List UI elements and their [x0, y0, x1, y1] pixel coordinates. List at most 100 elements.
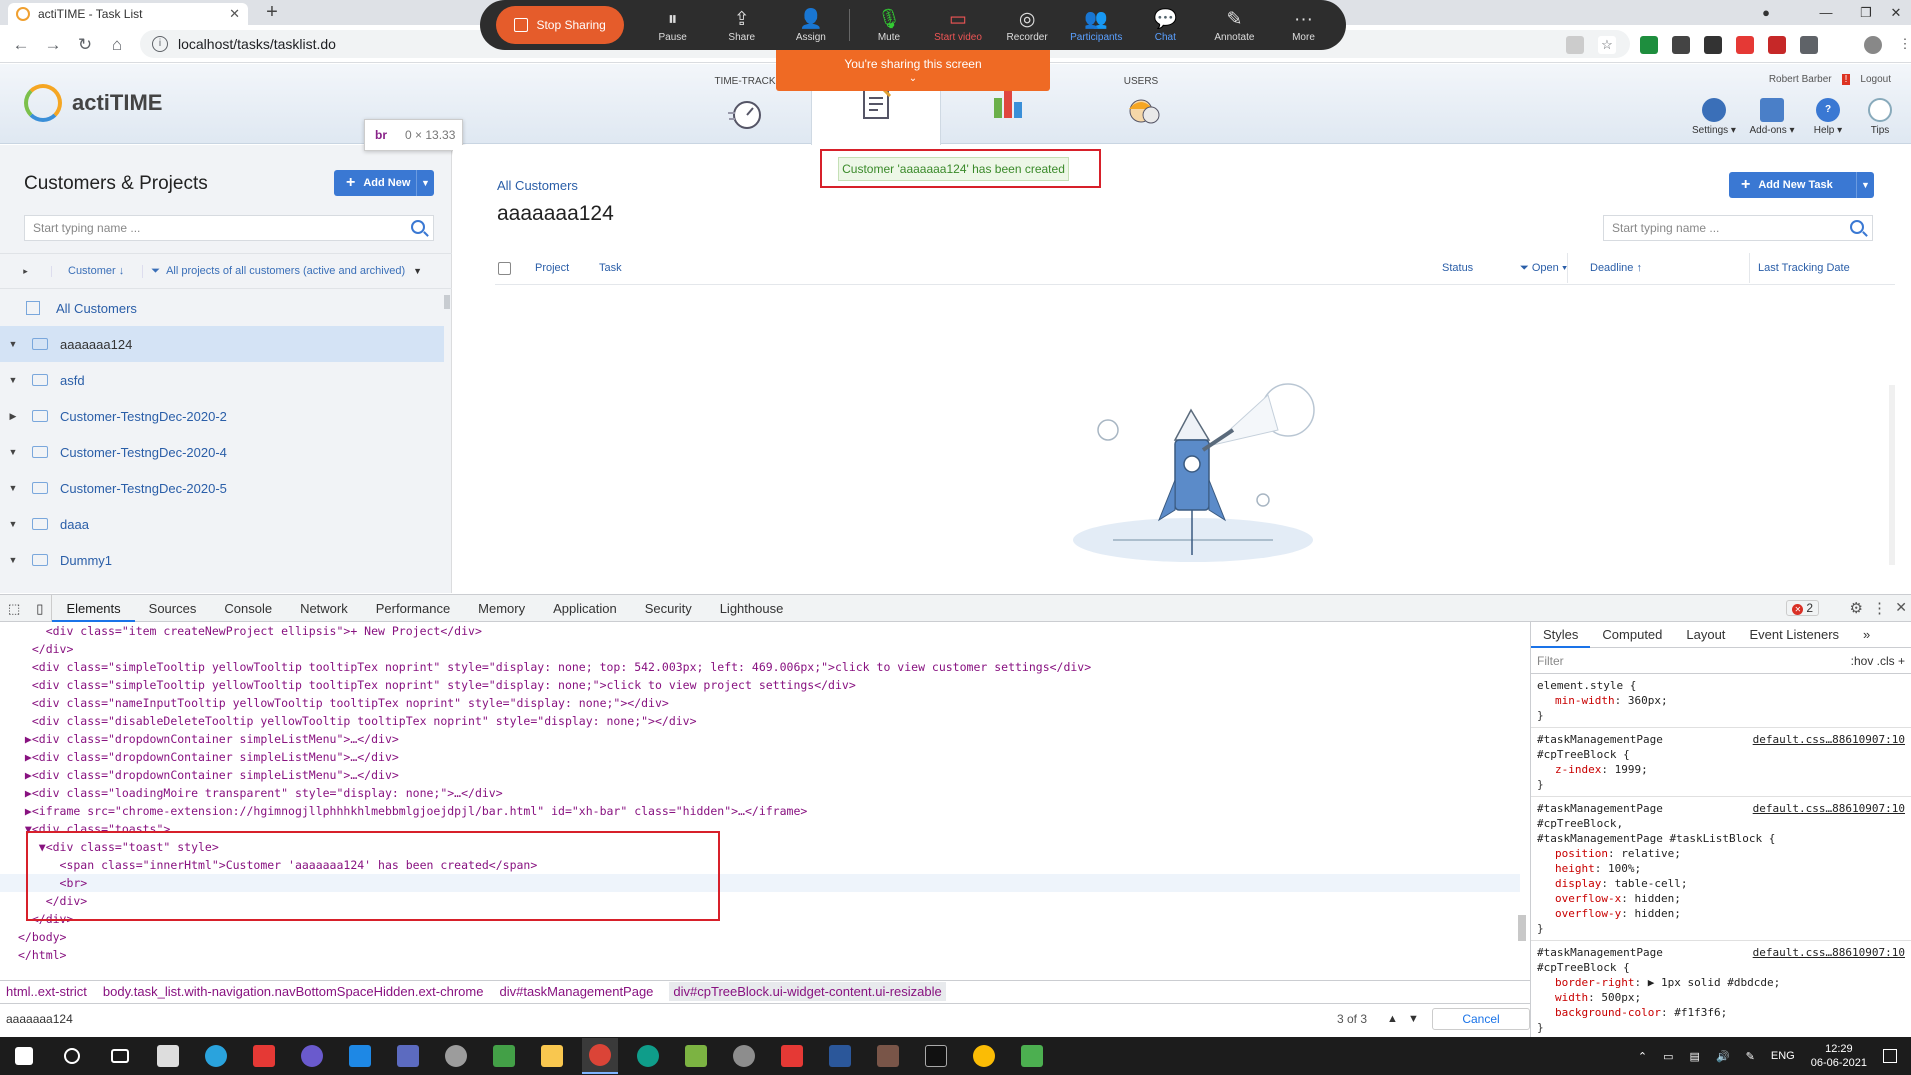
css-property[interactable]: height: 100%;	[1537, 861, 1905, 876]
customer-search-input[interactable]: Start typing name ...	[24, 215, 434, 241]
tree-item-customer[interactable]: ▼ Customer-TestngDec-2020-4	[0, 434, 444, 470]
css-property[interactable]: z-index: 1999;	[1537, 762, 1905, 777]
dom-node-line[interactable]: </html>	[0, 946, 1520, 964]
css-rule[interactable]: default.css…88610907:10 #taskManagementPa…	[1531, 797, 1911, 941]
search-icon[interactable]	[54, 1038, 90, 1074]
column-last-tracking[interactable]: Last Tracking Date	[1758, 262, 1850, 274]
tab-event-listeners[interactable]: Event Listeners	[1737, 622, 1851, 648]
css-property[interactable]: width: 500px;	[1537, 990, 1905, 1005]
app-icon[interactable]	[246, 1038, 282, 1074]
scrollbar[interactable]	[1889, 385, 1895, 565]
expand-arrow-icon[interactable]: ▼	[0, 447, 26, 457]
tree-item-customer[interactable]: ▼ daaa	[0, 506, 444, 542]
css-property[interactable]: position: relative;	[1537, 846, 1905, 861]
tab-sources[interactable]: Sources	[135, 595, 211, 622]
breadcrumb[interactable]: All Customers	[497, 178, 578, 193]
all-customers-item[interactable]: All Customers	[0, 290, 444, 326]
app-icon[interactable]	[390, 1038, 426, 1074]
dom-node-line[interactable]: ▶<iframe src="chrome-extension://hgimnog…	[0, 802, 1520, 820]
column-open-filter[interactable]: ⏷ Open ▾	[1520, 262, 1567, 275]
chrome-icon[interactable]	[582, 1038, 618, 1074]
dom-search-input[interactable]: aaaaaaa124	[6, 1012, 73, 1026]
logout-link[interactable]: Logout	[1860, 74, 1891, 85]
previous-match-icon[interactable]: ▲	[1387, 1013, 1398, 1025]
battery-icon[interactable]: ▭	[1663, 1050, 1673, 1063]
stop-sharing-button[interactable]: Stop Sharing	[496, 6, 625, 44]
tab-security[interactable]: Security	[631, 595, 706, 622]
zoom-lens-icon[interactable]	[1566, 36, 1584, 54]
windows-start-icon[interactable]	[6, 1038, 42, 1074]
app-icon[interactable]	[870, 1038, 906, 1074]
word-icon[interactable]	[822, 1038, 858, 1074]
app-icon[interactable]	[1014, 1038, 1050, 1074]
tab-styles[interactable]: Styles	[1531, 622, 1591, 648]
scrollbar[interactable]	[444, 295, 450, 309]
browser-tab[interactable]: actiTIME - Task List ✕	[8, 3, 248, 25]
app-icon[interactable]	[486, 1038, 522, 1074]
tree-item-customer[interactable]: ▼ aaaaaaa124	[0, 326, 444, 362]
tab-performance[interactable]: Performance	[362, 595, 464, 622]
tree-item-customer[interactable]: ▼ Dummy1	[0, 542, 444, 578]
css-property[interactable]: display: table-cell;	[1537, 876, 1905, 891]
expand-arrow-icon[interactable]: ▼	[0, 483, 26, 493]
tab-application[interactable]: Application	[539, 595, 631, 622]
caret-down-icon[interactable]: ▼	[1856, 172, 1874, 198]
chevron-up-icon[interactable]: ⌃	[1638, 1050, 1647, 1063]
participants-button[interactable]: 👥 Participants	[1062, 8, 1131, 43]
tree-item-customer[interactable]: ▼ Customer-TestngDec-2020-5	[0, 470, 444, 506]
back-icon[interactable]: ←	[10, 34, 32, 56]
cancel-search-button[interactable]: Cancel	[1432, 1008, 1530, 1030]
extension-icon[interactable]	[1768, 36, 1786, 54]
breadcrumb-item[interactable]: html..ext-strict	[6, 984, 87, 999]
close-devtools-icon[interactable]: ✕	[1895, 599, 1907, 616]
language-indicator[interactable]: ENG	[1771, 1050, 1795, 1062]
project-filter-dropdown[interactable]: All projects of all customers (active an…	[166, 265, 405, 277]
select-all-checkbox[interactable]	[498, 262, 511, 275]
filter-icon[interactable]: ⏷	[142, 264, 160, 278]
minimize-button[interactable]: —	[1806, 0, 1846, 25]
telegram-icon[interactable]	[198, 1038, 234, 1074]
notification-badge[interactable]: !	[1841, 74, 1851, 85]
caret-down-icon[interactable]: ▼	[413, 266, 422, 276]
column-task[interactable]: Task	[599, 262, 622, 274]
tree-item-customer[interactable]: ▶ Customer-TestngDec-2020-2	[0, 398, 444, 434]
dom-node-line[interactable]: ▶<div class="dropdownContainer simpleLis…	[0, 730, 1520, 748]
dom-node-line[interactable]: <div class="nameInputTooltip yellowToolt…	[0, 694, 1520, 712]
breadcrumb-item[interactable]: body.task_list.with-navigation.navBottom…	[103, 984, 484, 999]
mute-button[interactable]: 🎙 Mute	[854, 8, 923, 43]
reload-icon[interactable]: ↻	[74, 34, 96, 56]
css-property[interactable]: overflow-x: hidden;	[1537, 891, 1905, 906]
assign-button[interactable]: 👤 Assign	[776, 8, 845, 43]
tips-button[interactable]: Tips	[1850, 98, 1910, 136]
more-tabs-icon[interactable]: »	[1851, 622, 1882, 648]
css-property[interactable]: overflow-y: hidden;	[1537, 906, 1905, 921]
css-rule[interactable]: default.css…88610907:10 #taskManagementPa…	[1531, 941, 1911, 1040]
site-info-icon[interactable]: i	[152, 36, 168, 52]
css-property[interactable]: background-color: #f1f3f6;	[1537, 1005, 1905, 1020]
device-toggle-icon[interactable]: ▯	[28, 594, 53, 622]
elements-dom-tree[interactable]: <div class="item createNewProject ellips…	[0, 622, 1520, 977]
close-tab-icon[interactable]: ✕	[229, 6, 240, 22]
avatar[interactable]	[1864, 36, 1882, 54]
extension-icon[interactable]	[1672, 36, 1690, 54]
chrome-icon[interactable]	[966, 1038, 1002, 1074]
extension-icon[interactable]	[1640, 36, 1658, 54]
caret-down-icon[interactable]: ▼	[416, 170, 434, 196]
app-icon[interactable]	[726, 1038, 762, 1074]
devtools-menu-icon[interactable]: ⋮	[1872, 599, 1887, 617]
tab-layout[interactable]: Layout	[1674, 622, 1737, 648]
module-users[interactable]: USERS	[1076, 64, 1206, 144]
extension-icon[interactable]	[1704, 36, 1722, 54]
addons-menu[interactable]: Add-ons ▾	[1742, 98, 1802, 136]
annotate-button[interactable]: ✎ Annotate	[1200, 8, 1269, 43]
expand-arrow-icon[interactable]: ▼	[0, 339, 26, 349]
app-icon[interactable]	[294, 1038, 330, 1074]
task-view-icon[interactable]	[102, 1038, 138, 1074]
scrollbar[interactable]	[1518, 915, 1526, 941]
extension-icon[interactable]	[1736, 36, 1754, 54]
browser-menu-icon[interactable]: ⋮	[1896, 36, 1911, 54]
close-window-button[interactable]: ✕	[1876, 0, 1911, 25]
more-button[interactable]: ··· More	[1269, 8, 1338, 43]
start-video-button[interactable]: ▭ Start video	[923, 8, 992, 43]
terminal-icon[interactable]	[918, 1038, 954, 1074]
